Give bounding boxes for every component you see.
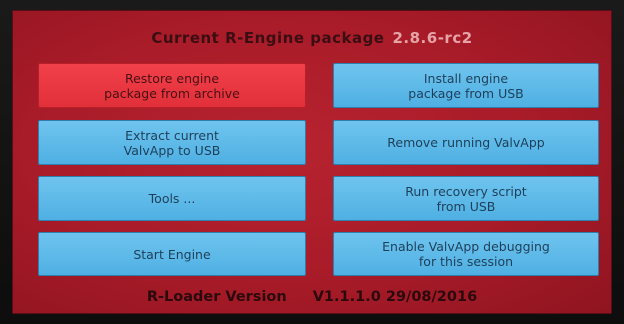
start-engine-button[interactable]: Start Engine [38,232,306,276]
remove-valvapp-button[interactable]: Remove running ValvApp [333,120,599,165]
restore-engine-label: Restore engine package from archive [104,70,240,101]
restore-engine-button[interactable]: Restore engine package from archive [38,63,306,108]
device-bezel: Current R-Engine package 2.8.6-rc2 Restor… [0,0,624,324]
install-engine-button[interactable]: Install engine package from USB [333,63,599,108]
tools-label: Tools ... [148,191,196,206]
extract-valvapp-button[interactable]: Extract current ValvApp to USB [38,120,306,165]
run-recovery-label: Run recovery script from USB [405,183,527,214]
enable-debugging-label: Enable ValvApp debugging for this sessio… [382,239,550,269]
start-engine-label: Start Engine [133,246,211,262]
loader-version-value: V1.1.1.0 29/08/2016 [312,289,478,305]
tools-button[interactable]: Tools ... [38,176,306,221]
install-engine-label: Install engine package from USB [408,70,524,101]
package-title-label: Current R-Engine package [151,29,385,47]
package-title: Current R-Engine package 2.8.6-rc2 [12,29,612,47]
loader-version-footer: R-Loader Version V1.1.1.0 29/08/2016 [12,289,612,305]
extract-valvapp-label: Extract current ValvApp to USB [123,127,221,158]
package-version: 2.8.6-rc2 [392,29,473,47]
loader-version-label: R-Loader Version [146,289,287,305]
run-recovery-button[interactable]: Run recovery script from USB [333,176,599,221]
touch-screen: Current R-Engine package 2.8.6-rc2 Restor… [12,10,612,314]
enable-debugging-button[interactable]: Enable ValvApp debugging for this sessio… [333,232,599,276]
remove-valvapp-label: Remove running ValvApp [387,135,545,150]
